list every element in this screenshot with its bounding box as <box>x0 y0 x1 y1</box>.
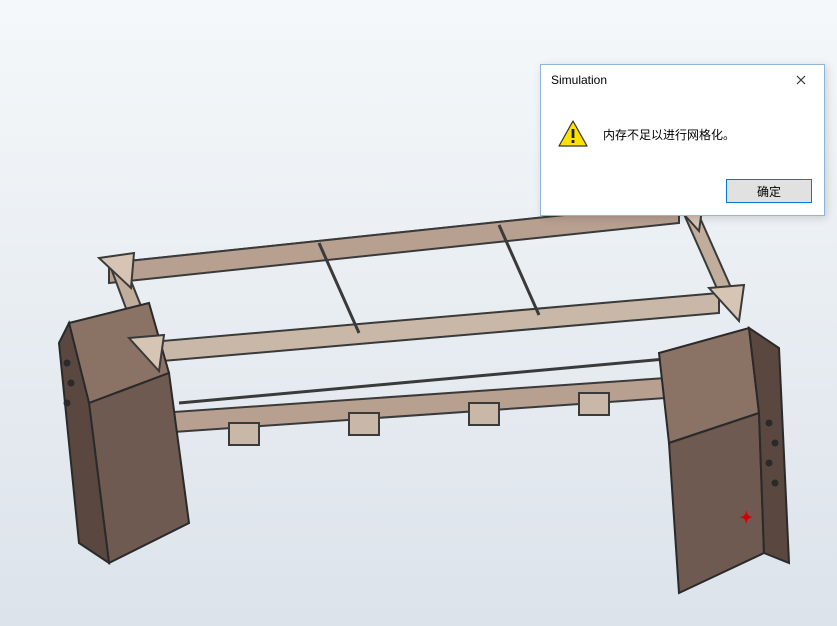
origin-marker-icon: ✦ <box>740 508 753 528</box>
ok-button[interactable]: 确定 <box>726 179 812 203</box>
warning-icon <box>557 119 589 149</box>
dialog-body: 内存不足以进行网格化。 <box>541 95 824 169</box>
dialog-title: Simulation <box>551 73 607 87</box>
dialog-titlebar[interactable]: Simulation <box>541 65 824 95</box>
close-icon <box>796 75 806 85</box>
cad-viewport[interactable]: ✦ Simulation 内存不足以进行网格化。 确定 <box>0 0 837 626</box>
dialog-footer: 确定 <box>541 169 824 215</box>
simulation-dialog: Simulation 内存不足以进行网格化。 确定 <box>540 64 825 216</box>
dialog-message: 内存不足以进行网格化。 <box>603 126 735 143</box>
close-button[interactable] <box>784 69 818 91</box>
